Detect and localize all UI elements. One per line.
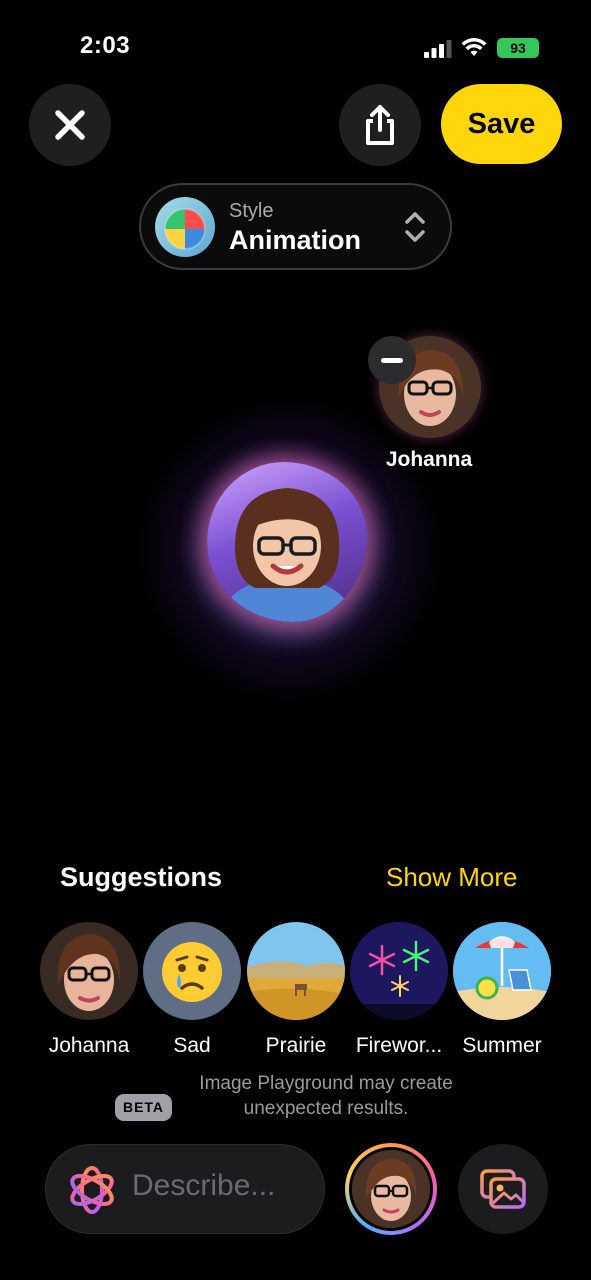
style-picker[interactable]: Style Animation: [139, 183, 452, 270]
crying-face-icon: [143, 922, 241, 1020]
beta-badge: BETA: [114, 1094, 173, 1121]
save-button[interactable]: Save: [441, 84, 562, 164]
battery-indicator: 93: [497, 38, 539, 58]
style-value: Animation: [229, 225, 361, 255]
minus-icon: [381, 357, 403, 363]
describe-field[interactable]: [45, 1144, 325, 1234]
person-picker-button[interactable]: [345, 1143, 437, 1235]
share-button[interactable]: [339, 84, 421, 166]
fireworks-scene-icon: [350, 922, 448, 1020]
style-thumbnail: [155, 197, 215, 257]
style-label: Style: [229, 200, 274, 222]
suggestion-fireworks[interactable]: Firewor...: [349, 922, 449, 1058]
suggestion-prairie[interactable]: Prairie: [246, 922, 346, 1058]
person-photo-icon: [40, 922, 138, 1020]
generated-image[interactable]: [207, 462, 367, 622]
wifi-icon: [461, 37, 487, 56]
suggestion-johanna[interactable]: Johanna: [39, 922, 139, 1058]
remove-person-button[interactable]: [368, 336, 416, 384]
share-icon: [366, 105, 394, 145]
suggestion-label: Firewor...: [355, 1034, 443, 1057]
beach-scene-icon: [453, 922, 551, 1020]
status-bar: 2:03 93: [0, 0, 591, 90]
photos-icon: [480, 1169, 526, 1209]
photo-library-button[interactable]: [458, 1144, 548, 1234]
cellular-signal-icon: [424, 40, 452, 58]
beta-notice: BETA Image Playground may create unexpect…: [0, 1071, 591, 1121]
chevron-up-down-icon: [405, 212, 425, 242]
describe-input[interactable]: [132, 1169, 312, 1203]
person-name: Johanna: [385, 448, 473, 471]
suggestion-label: Johanna: [48, 1034, 130, 1057]
suggestions-heading: Suggestions: [60, 862, 223, 892]
close-button[interactable]: [29, 84, 111, 166]
suggestion-sad[interactable]: Sad: [142, 922, 242, 1058]
suggestion-label: Sad: [173, 1034, 211, 1057]
close-icon: [55, 110, 85, 140]
status-time: 2:03: [80, 32, 131, 59]
prairie-scene-icon: [247, 922, 345, 1020]
suggestion-label: Prairie: [265, 1034, 327, 1057]
suggestion-summer[interactable]: Summer: [452, 922, 552, 1058]
image-playground-icon: [70, 1166, 114, 1214]
suggestion-label: Summer: [462, 1034, 542, 1057]
beta-notice-text: Image Playground may create unexpected r…: [199, 1073, 453, 1119]
avatar: [349, 1147, 433, 1231]
show-more-button[interactable]: Show More: [386, 862, 518, 893]
